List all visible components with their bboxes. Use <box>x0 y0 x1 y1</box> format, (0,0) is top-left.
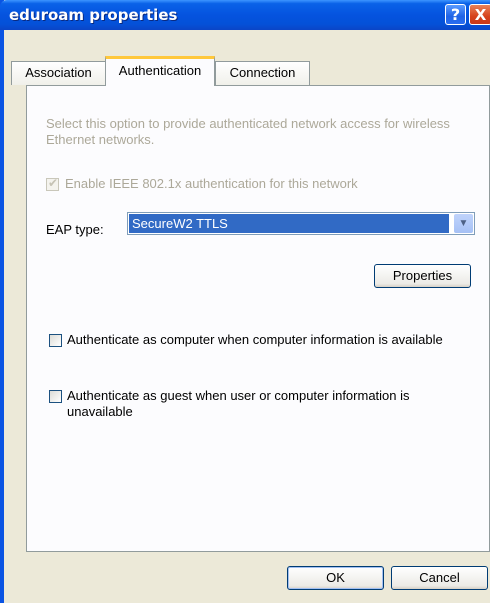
description-text: Select this option to provide authentica… <box>46 116 450 147</box>
tab-connection[interactable]: Connection <box>215 61 310 85</box>
properties-button-label: Properties <box>392 268 453 283</box>
ok-button[interactable]: OK <box>287 566 384 590</box>
chevron-down-icon[interactable]: ▼ <box>454 214 473 233</box>
tab-association[interactable]: Association <box>11 61 106 85</box>
eap-type-value: SecureW2 TTLS <box>129 214 449 233</box>
help-button[interactable]: ? <box>445 4 466 25</box>
authentication-panel: Select this option to provide authentica… <box>26 85 490 552</box>
enable-8021x-label: Enable IEEE 802.1x authentication for th… <box>65 176 358 191</box>
ok-button-label: OK <box>326 570 345 585</box>
properties-button[interactable]: Properties <box>374 264 471 288</box>
checkmark-icon: ✔ <box>48 176 59 190</box>
tab-authentication-label: Authentication <box>118 63 202 78</box>
auth-computer-checkbox[interactable] <box>49 334 62 347</box>
eap-type-label: EAP type: <box>46 222 104 237</box>
close-icon: X <box>474 5 487 24</box>
title-bar[interactable]: eduroam properties ? X <box>0 0 490 30</box>
cancel-button-label: Cancel <box>419 570 460 585</box>
tab-connection-label: Connection <box>229 65 296 80</box>
eap-type-dropdown[interactable]: SecureW2 TTLS ▼ <box>127 212 475 235</box>
cancel-button[interactable]: Cancel <box>391 566 488 590</box>
tab-association-label: Association <box>25 65 92 80</box>
close-button[interactable]: X <box>469 4 490 25</box>
auth-computer-label: Authenticate as computer when computer i… <box>67 332 443 347</box>
window-title: eduroam properties <box>9 6 178 24</box>
help-icon: ? <box>450 5 461 24</box>
auth-guest-label: Authenticate as guest when user or compu… <box>67 388 410 419</box>
properties-dialog: eduroam properties ? X Association Authe… <box>0 0 490 603</box>
tab-authentication[interactable]: Authentication <box>105 56 215 86</box>
enable-8021x-checkbox[interactable]: ✔ <box>46 176 59 191</box>
auth-guest-checkbox[interactable] <box>49 390 62 403</box>
